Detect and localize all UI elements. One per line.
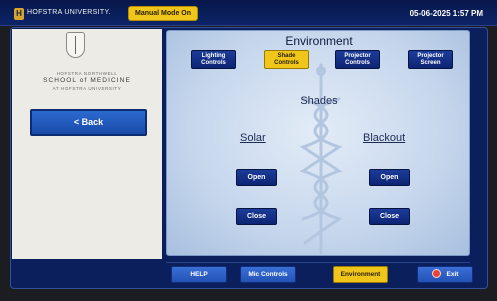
- help-button[interactable]: HELP: [171, 266, 227, 283]
- mic-controls-button[interactable]: Mic Controls: [240, 266, 296, 283]
- school-line-2: SCHOOL of MEDICINE: [43, 77, 131, 84]
- tab-projector-screen[interactable]: Projector Screen: [408, 50, 453, 69]
- bottom-left-spacer: [12, 259, 162, 287]
- tab-label-line1: Projector: [417, 53, 444, 59]
- school-crest-icon: [66, 32, 85, 58]
- power-icon: [431, 268, 441, 278]
- shades-heading: Shades: [300, 95, 338, 107]
- tab-label-line1: Projector: [344, 53, 371, 59]
- tab-label-line2: Controls: [274, 60, 299, 66]
- blackout-open-button[interactable]: Open: [369, 169, 410, 186]
- tab-label-line1: Lighting: [201, 53, 226, 59]
- university-name: HOFSTRA UNIVERSITY.: [27, 9, 111, 16]
- back-button[interactable]: < Back: [30, 109, 147, 136]
- panel-title: Environment: [285, 34, 353, 48]
- blackout-close-button[interactable]: Close: [369, 208, 410, 225]
- environment-panel: Environment Lighting Controls Shade Cont…: [166, 30, 470, 256]
- hofstra-logo-icon: H: [14, 8, 24, 20]
- environment-button[interactable]: Environment: [333, 266, 388, 283]
- manual-mode-button[interactable]: Manual Mode On: [128, 6, 198, 21]
- solar-open-button[interactable]: Open: [236, 169, 277, 186]
- school-line-3: AT HOFSTRA UNIVERSITY: [52, 86, 122, 91]
- tab-label-line2: Controls: [201, 60, 226, 66]
- tab-label-line2: Screen: [420, 60, 441, 66]
- school-panel: [12, 29, 162, 259]
- tab-shade-controls[interactable]: Shade Controls: [264, 50, 309, 69]
- datetime-display: 05-06-2025 1:57 PM: [409, 9, 483, 18]
- solar-title: Solar: [240, 132, 266, 144]
- tab-label-line1: Shade: [277, 53, 296, 59]
- exit-button[interactable]: Exit: [417, 266, 473, 283]
- tab-label-line2: Controls: [345, 60, 370, 66]
- school-line-1: HOFSTRA NORTHWELL: [56, 71, 118, 76]
- tab-lighting-controls[interactable]: Lighting Controls: [191, 50, 236, 69]
- tab-projector-controls[interactable]: Projector Controls: [335, 50, 380, 69]
- blackout-title: Blackout: [363, 132, 406, 144]
- exit-label: Exit: [446, 271, 459, 278]
- caduceus-watermark-icon: [299, 63, 343, 255]
- solar-close-button[interactable]: Close: [236, 208, 277, 225]
